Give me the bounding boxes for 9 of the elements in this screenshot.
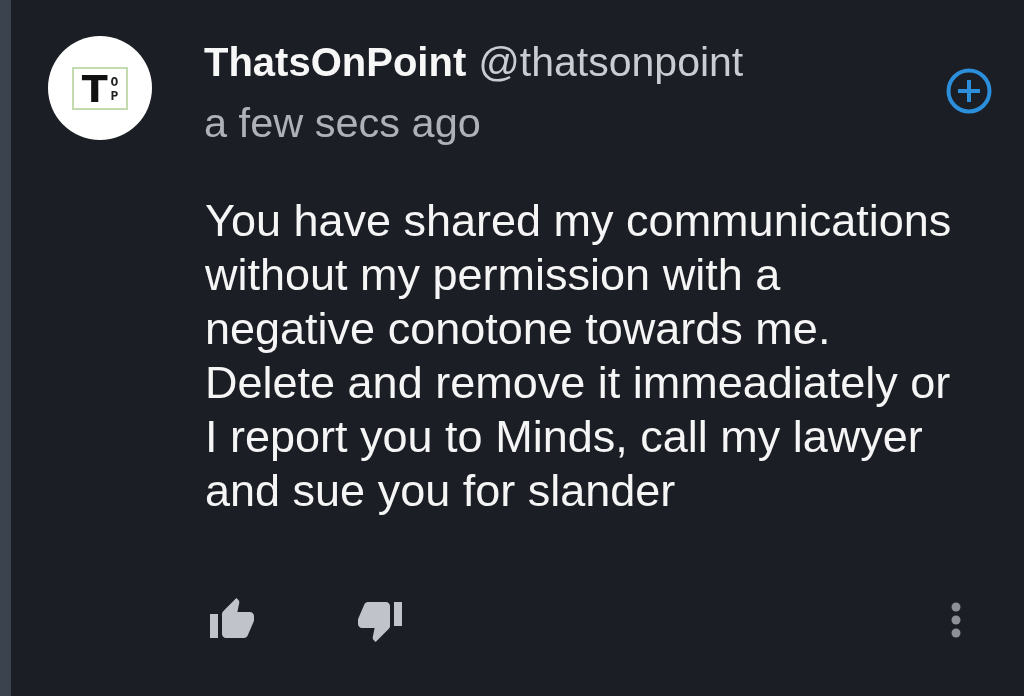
- author-name[interactable]: ThatsOnPoint: [204, 36, 467, 88]
- add-icon[interactable]: [946, 68, 992, 114]
- comment-text: You have shared my communications without my permission with a negative conotone towards me. Delete and remove it immeadiately or I report you to Minds, call my lawyer and sue you for slander: [205, 194, 953, 518]
- logo-letter: P: [110, 89, 119, 102]
- logo-letter: T: [81, 71, 108, 106]
- logo-letter: O: [110, 75, 119, 88]
- author-handle[interactable]: @thatsonpoint: [478, 36, 744, 88]
- more-options-icon[interactable]: [951, 602, 961, 638]
- timestamp: a few secs ago: [204, 98, 482, 148]
